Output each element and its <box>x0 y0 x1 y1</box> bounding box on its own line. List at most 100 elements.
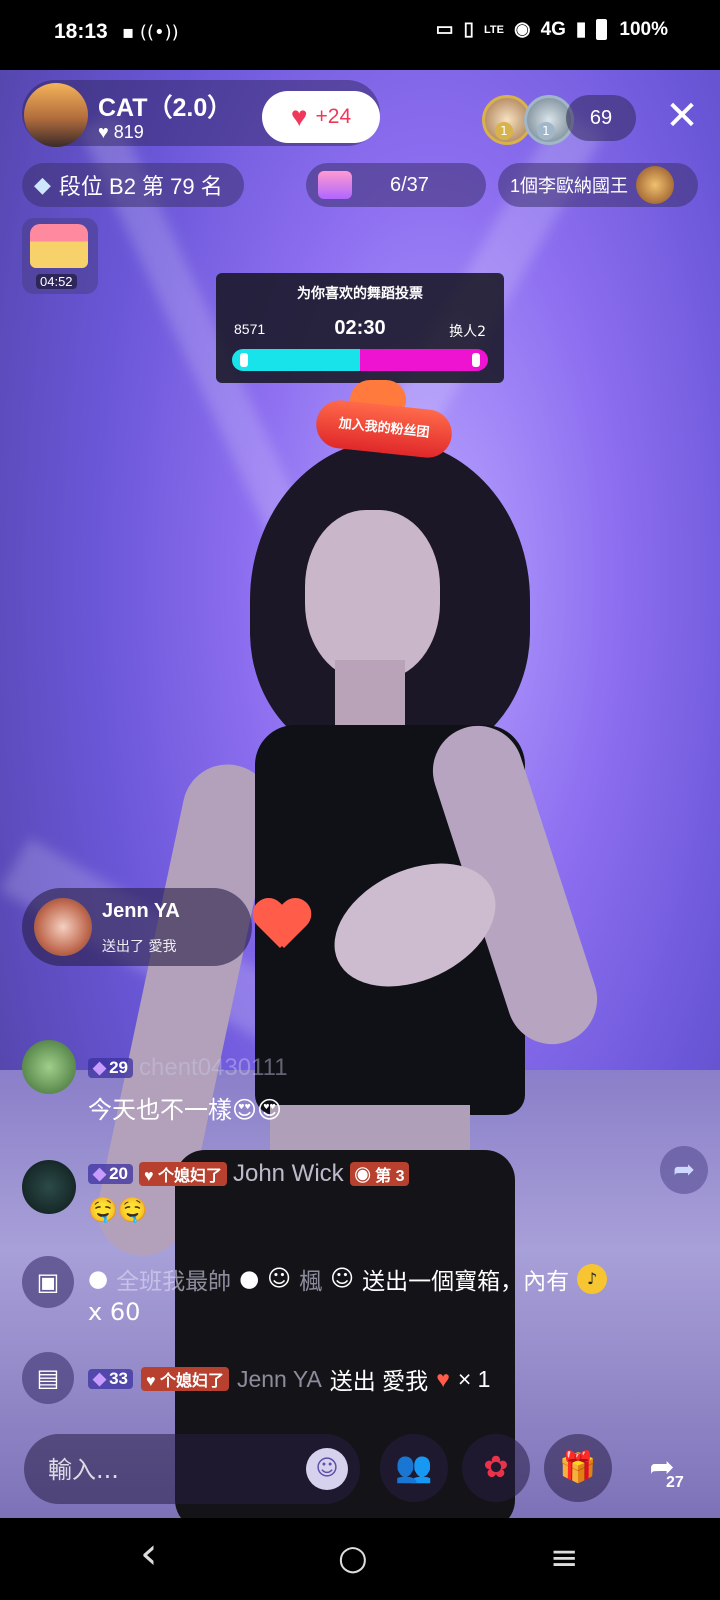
diamond-icon: ◆ <box>34 172 51 197</box>
chat-header: ◆ 20 ♥ 个媳妇了 John Wick ◉ 第 3 <box>88 1160 410 1188</box>
follow-button[interactable]: ♥ +24 <box>262 91 380 143</box>
gift-icon: 🎁 <box>559 1450 597 1485</box>
host-avatar[interactable] <box>24 83 88 147</box>
status-notification-icons: ▪ ((•)) <box>122 22 179 43</box>
status-right-group: ▭ ▯ LTE ◉ 4G ▮ 100% <box>436 18 668 41</box>
multi-guest-button[interactable]: 👥 <box>380 1434 448 1502</box>
people-icon: 👥 <box>395 1450 433 1485</box>
vote-bar-right-fill <box>360 349 488 371</box>
vibrate-icon: ▯ <box>463 19 474 40</box>
vote-right-label: 换人2 <box>449 324 486 340</box>
heart-icon: ♥ <box>146 1373 160 1390</box>
gift-action-text: 送出了 愛我 <box>102 939 177 955</box>
volte-icon: LTE <box>484 23 504 36</box>
king-pill[interactable]: 1個李歐納國王 <box>498 163 698 207</box>
level-value: 33 <box>109 1369 128 1388</box>
vote-bar <box>232 349 488 371</box>
dance-vote-widget[interactable]: 为你喜欢的舞蹈投票 8571 02:30 换人2 <box>216 273 504 383</box>
gift-goal-icon <box>318 171 352 199</box>
treasure-box-icon: ▣ <box>22 1256 74 1308</box>
recents-icon[interactable]: ≡ <box>550 1538 579 1578</box>
status-bar: 18:13 ▪ ((•)) ▭ ▯ LTE ◉ 4G ▮ 100% <box>0 0 720 70</box>
diamond-icon: ◆ <box>93 1058 107 1077</box>
battery-level: 100% <box>619 18 668 40</box>
medal-icon: ◉ <box>354 1168 376 1185</box>
vote-bar-left-fill <box>232 349 360 371</box>
diamond-icon: ◆ <box>93 1164 107 1183</box>
host-likes: ♥ 819 <box>98 122 144 143</box>
home-icon[interactable]: ○ <box>338 1538 368 1578</box>
system-count: × 1 <box>457 1365 491 1392</box>
system-navigation-bar: ‹ ○ ≡ <box>0 1518 720 1600</box>
ghost-icon: ☺ <box>330 1266 355 1292</box>
rose-gift-button[interactable]: ✿ <box>462 1434 530 1502</box>
chat-username[interactable]: John Wick <box>233 1160 344 1188</box>
chat-avatar[interactable] <box>22 1040 76 1094</box>
vote-title: 为你喜欢的舞蹈投票 <box>297 286 423 302</box>
love-gift-icon: ♥ <box>436 1365 450 1392</box>
fan-badge-label: 个媳妇了 <box>157 1168 222 1185</box>
follow-label: +24 <box>315 105 352 128</box>
level-value: 29 <box>109 1058 128 1077</box>
treasure-chest[interactable]: 04:52 <box>22 218 98 294</box>
system-count: x 60 <box>88 1298 141 1326</box>
dancer-figure <box>305 510 440 680</box>
system-text: 送出一個寶箱，內有 <box>362 1269 570 1295</box>
share-count: 27 <box>666 1474 684 1491</box>
level-badge: ◆ 29 <box>88 1058 133 1078</box>
cast-icon: ▭ <box>435 19 454 40</box>
system-message: ◆ 33 ♥ 个媳妇了 Jenn YA 送出 愛我 ♥ × 1 <box>88 1362 490 1396</box>
vote-bar-left-knob <box>240 353 248 367</box>
coin-icon: ♪ <box>577 1264 608 1294</box>
ghost-icon: ☺ <box>267 1266 292 1292</box>
host-name: CAT（2.0） <box>98 94 233 122</box>
sender-name[interactable]: Jenn YA <box>237 1366 322 1393</box>
battery-icon <box>596 19 608 40</box>
level-badge: ◆ 33 <box>88 1369 133 1389</box>
rank-badge-label: 第 3 <box>375 1168 405 1185</box>
level-value: 20 <box>109 1164 128 1183</box>
emoji-icon[interactable]: ☺ <box>306 1448 348 1490</box>
close-icon[interactable]: ✕ <box>660 96 704 140</box>
network-type: 4G <box>540 18 566 40</box>
rank-pill[interactable]: ◆ 段位 B2 第 79 名 <box>22 163 244 207</box>
back-icon[interactable]: ‹ <box>140 1528 158 1579</box>
rose-icon: ✿ <box>483 1450 509 1485</box>
chat-message: 🤤🤤 <box>88 1196 148 1224</box>
fan-badge: ♥ 个媳妇了 <box>139 1162 227 1186</box>
treasure-timer: 04:52 <box>36 274 77 289</box>
chat-username[interactable]: chent0430111 <box>139 1054 288 1082</box>
treasure-chest-icon <box>30 224 88 268</box>
sender-name[interactable]: 全班我最帥 <box>116 1262 231 1296</box>
king-icon <box>636 166 675 204</box>
sender-name[interactable]: 楓 <box>299 1262 322 1296</box>
goal-progress-label: 6/37 <box>390 173 429 196</box>
status-time: 18:13 <box>54 20 108 43</box>
rank-label: 段位 B2 第 79 名 <box>58 174 223 199</box>
chat-message: 今天也不一樣😍😍 <box>88 1096 283 1124</box>
viewer-rank-badge: 1 <box>537 122 555 140</box>
share-arrow-icon[interactable]: ➦ <box>660 1146 708 1194</box>
goal-progress-pill[interactable]: 6/37 <box>306 163 486 207</box>
hotspot-icon: ◉ <box>513 19 531 40</box>
viewer-rank-badge: 1 <box>495 122 513 140</box>
chat-avatar[interactable] <box>22 1160 76 1214</box>
viewer-count[interactable]: 69 <box>566 95 636 141</box>
gift-button[interactable]: 🎁 <box>544 1434 612 1502</box>
heart-icon: ♥ <box>290 101 308 132</box>
system-text: 送出 愛我 <box>329 1368 429 1394</box>
share-button[interactable]: ➦ <box>628 1434 696 1502</box>
love-gift-icon <box>252 900 312 952</box>
king-label: 1個李歐納國王 <box>510 176 629 196</box>
comment-input[interactable] <box>46 1434 300 1506</box>
fan-badge-label: 个媳妇了 <box>159 1373 224 1390</box>
signal-icon: ▮ <box>575 19 587 40</box>
gift-sender-name: Jenn YA <box>102 900 180 922</box>
diamond-icon: ◆ <box>93 1369 107 1388</box>
rank-badge: ◉ 第 3 <box>349 1162 410 1186</box>
pig-icon: ● <box>239 1266 260 1292</box>
gift-sender-avatar[interactable] <box>34 898 92 956</box>
host-likes-count: 819 <box>113 122 144 142</box>
system-message: ● 全班我最帥 ● ☺ 楓 ☺ 送出一個寶箱，內有 ♪ <box>88 1262 608 1296</box>
heart-icon: ♥ <box>98 122 109 142</box>
